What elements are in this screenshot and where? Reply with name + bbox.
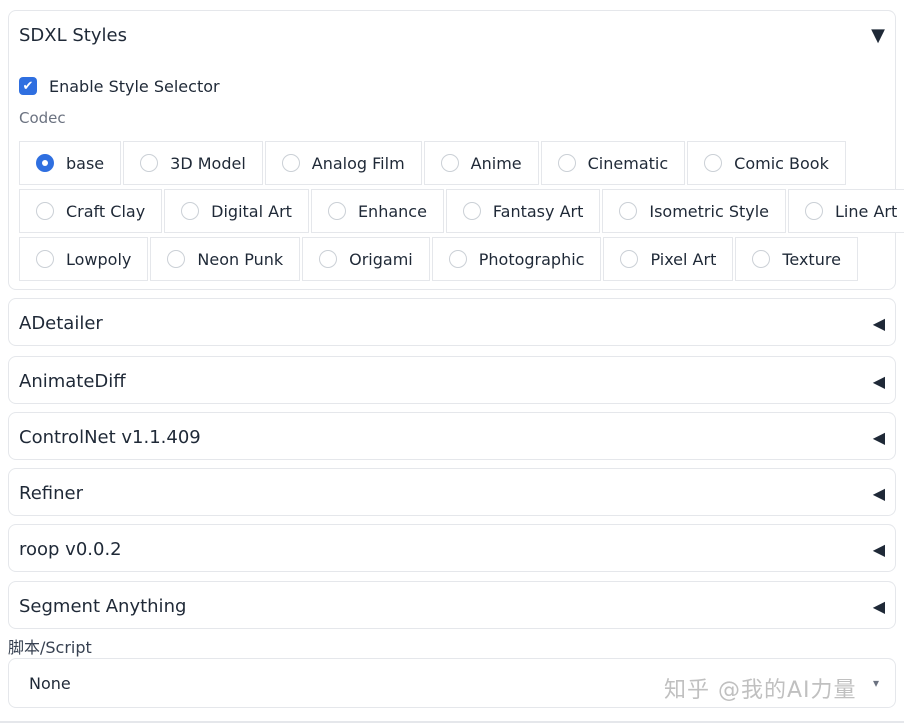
style-option-label: Comic Book (734, 153, 829, 173)
radio-unchecked-icon[interactable] (557, 154, 576, 172)
style-option[interactable]: Pixel Art (603, 237, 734, 281)
triangle-left-icon[interactable]: ◀ (873, 372, 885, 391)
style-option[interactable]: Digital Art (164, 189, 309, 233)
style-option-label: Digital Art (211, 201, 292, 221)
style-option-label: Anime (470, 153, 522, 173)
style-option[interactable]: Isometric Style (602, 189, 787, 233)
style-option[interactable]: Enhance (310, 189, 444, 233)
radio-unchecked-icon[interactable] (619, 202, 638, 220)
checkbox-checked-icon[interactable]: ✔ (19, 77, 37, 95)
sdxl-styles-title: SDXL Styles (19, 24, 127, 46)
style-option-label: Analog Film (311, 153, 405, 173)
style-option-label: Enhance (357, 201, 427, 221)
style-option[interactable]: Anime (423, 141, 539, 185)
style-option[interactable]: Lowpoly (19, 237, 149, 281)
accordion-header[interactable]: ControlNet v1.1.409 ◀ (9, 413, 895, 461)
style-option-label: Line Art (835, 201, 898, 221)
style-option[interactable]: Origami (302, 237, 430, 281)
style-option[interactable]: Photographic (431, 237, 602, 281)
radio-unchecked-icon[interactable] (181, 202, 200, 220)
accordion-panel: ControlNet v1.1.409 ◀ (8, 412, 896, 460)
style-option-label: 3D Model (170, 153, 246, 173)
codec-label: Codec (19, 109, 66, 127)
radio-unchecked-icon[interactable] (448, 250, 467, 268)
watermark: 知乎 @我的AI力量 (664, 678, 857, 703)
accordion-title: ControlNet v1.1.409 (19, 426, 201, 448)
radio-unchecked-icon[interactable] (620, 250, 639, 268)
triangle-left-icon[interactable]: ◀ (873, 597, 885, 616)
radio-unchecked-icon[interactable] (167, 250, 186, 268)
triangle-left-icon[interactable]: ◀ (873, 540, 885, 559)
accordion-header[interactable]: roop v0.0.2 ◀ (9, 525, 895, 573)
style-option[interactable]: Cinematic (540, 141, 686, 185)
accordion-panel: Segment Anything ◀ (8, 581, 896, 629)
style-option[interactable]: 3D Model (123, 141, 263, 185)
radio-unchecked-icon[interactable] (462, 202, 481, 220)
radio-unchecked-icon[interactable] (281, 154, 300, 172)
accordion-panel: roop v0.0.2 ◀ (8, 524, 896, 572)
radio-unchecked-icon[interactable] (805, 202, 824, 220)
accordion-header[interactable]: Segment Anything ◀ (9, 582, 895, 630)
radio-unchecked-icon[interactable] (704, 154, 723, 172)
triangle-left-icon[interactable]: ◀ (873, 314, 885, 333)
radio-row: base 3D Model Analog Film Anime Cinematic Com… (19, 141, 885, 187)
triangle-down-icon[interactable]: ▼ (871, 25, 885, 46)
accordion-title: ADetailer (19, 312, 103, 334)
style-option[interactable]: Analog Film (264, 141, 422, 185)
style-option-label: Texture (782, 249, 841, 269)
enable-style-selector-label: Enable Style Selector (49, 76, 220, 96)
script-dropdown-value: None (29, 673, 71, 693)
radio-unchecked-icon[interactable] (752, 250, 771, 268)
radio-row: Craft Clay Digital Art Enhance Fantasy Art I… (19, 189, 904, 235)
style-option[interactable]: Fantasy Art (445, 189, 601, 233)
radio-unchecked-icon[interactable] (440, 154, 459, 172)
accordion-header[interactable]: ADetailer ◀ (9, 299, 895, 347)
sdxl-styles-panel: SDXL Styles ▼ ✔ Enable Style Selector Co… (8, 10, 904, 290)
radio-unchecked-icon[interactable] (319, 250, 338, 268)
style-option[interactable]: Comic Book (687, 141, 846, 185)
style-option[interactable]: Texture (735, 237, 858, 281)
radio-checked-icon[interactable] (36, 154, 54, 172)
radio-row: Lowpoly Neon Punk Origami Photographic Pixel… (19, 237, 885, 283)
accordion-title: roop v0.0.2 (19, 538, 122, 560)
triangle-left-icon[interactable]: ◀ (873, 484, 885, 503)
accordion-panel: Refiner ◀ (8, 468, 896, 516)
accordion-title: Refiner (19, 482, 83, 504)
style-option-label: Lowpoly (66, 249, 132, 269)
script-label: 脚本/Script (8, 638, 92, 657)
style-option-label: Neon Punk (197, 249, 284, 269)
enable-style-selector[interactable]: ✔ Enable Style Selector (19, 73, 220, 99)
style-option-label: Photographic (478, 249, 585, 269)
radio-unchecked-icon[interactable] (327, 202, 346, 220)
accordion-panel: AnimateDiff ◀ (8, 356, 896, 404)
style-option[interactable]: base (19, 141, 122, 185)
style-option-label: Pixel Art (650, 249, 717, 269)
accordion-header[interactable]: Refiner ◀ (9, 469, 895, 517)
radio-unchecked-icon[interactable] (140, 154, 159, 172)
style-option[interactable]: Line Art (788, 189, 904, 233)
style-option[interactable]: Craft Clay (19, 189, 163, 233)
style-option-label: Origami (349, 249, 413, 269)
style-option-label: Cinematic (587, 153, 669, 173)
accordion-panel: ADetailer ◀ (8, 298, 896, 346)
radio-unchecked-icon[interactable] (36, 202, 54, 220)
accordion-title: Segment Anything (19, 595, 187, 617)
style-option-label: base (66, 153, 105, 173)
accordion-header[interactable]: AnimateDiff ◀ (9, 357, 895, 405)
sdxl-styles-header[interactable]: SDXL Styles ▼ (9, 11, 895, 59)
accordion-title: AnimateDiff (19, 370, 126, 392)
style-option[interactable]: Neon Punk (150, 237, 301, 281)
style-option-label: Fantasy Art (492, 201, 584, 221)
radio-unchecked-icon[interactable] (36, 250, 54, 268)
chevron-down-icon: ▾ (872, 676, 879, 690)
triangle-left-icon[interactable]: ◀ (873, 428, 885, 447)
style-option-label: Craft Clay (66, 201, 146, 221)
style-option-label: Isometric Style (649, 201, 770, 221)
codec-radio-group: base 3D Model Analog Film Anime Cinematic Com… (19, 141, 904, 285)
